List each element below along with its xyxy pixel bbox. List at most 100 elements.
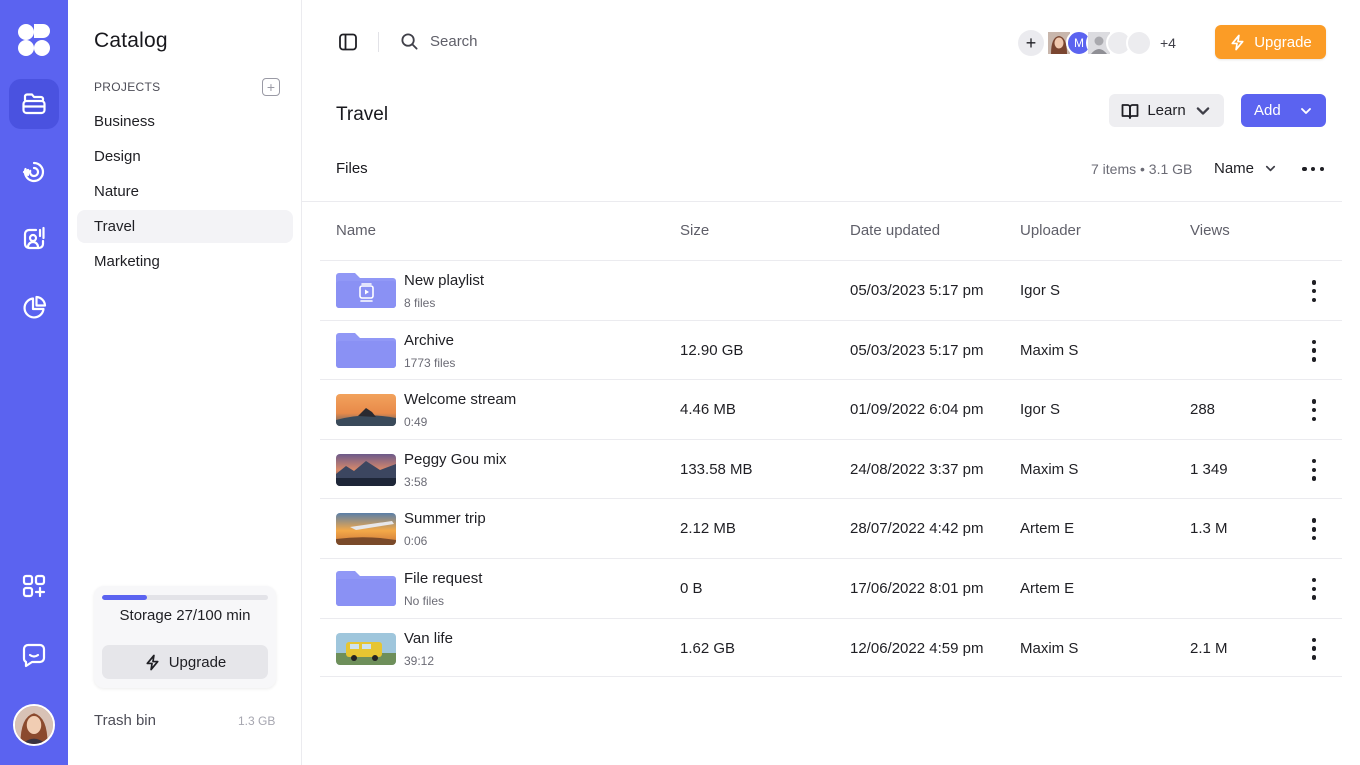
learn-label: Learn <box>1147 102 1186 119</box>
file-size: 0 B <box>680 579 703 597</box>
topbar-separator <box>378 32 379 52</box>
table-row[interactable]: Peggy Gou mix 3:58 133.58 MB 24/08/2022 3:3… <box>320 438 1342 499</box>
file-uploader: Maxim S <box>1020 639 1079 657</box>
column-uploader[interactable]: Uploader <box>1020 222 1081 239</box>
row-menu-icon[interactable] <box>1311 637 1317 660</box>
plus-icon: + <box>1025 32 1037 53</box>
rail-live[interactable] <box>9 147 59 197</box>
video-thumbnail[interactable] <box>336 394 396 427</box>
table-row[interactable]: Summer trip 0:06 2.12 MB 28/07/2022 4:42 pm… <box>320 498 1342 558</box>
file-date: 28/07/2022 4:42 pm <box>850 520 984 538</box>
file-uploader: Artem E <box>1020 579 1075 597</box>
file-name[interactable]: Summer trip <box>404 510 486 527</box>
user-avatar-icon <box>15 706 53 744</box>
app-logo-icon[interactable] <box>17 23 51 57</box>
project-list: Business Design Nature Travel Marketing <box>77 105 293 280</box>
team-avatars[interactable]: + M +4 <box>1018 29 1176 57</box>
section-divider <box>302 201 1342 202</box>
add-project-button[interactable]: + <box>262 78 280 96</box>
project-label: Travel <box>94 218 136 235</box>
pie-chart-icon <box>23 295 47 319</box>
table-header: Name Size Date updated Uploader Views <box>336 222 1336 240</box>
rail-library[interactable] <box>9 79 59 129</box>
rail-apps[interactable] <box>9 561 59 611</box>
file-views: 1 349 <box>1190 460 1228 478</box>
video-thumbnail[interactable] <box>336 453 396 486</box>
file-name[interactable]: Archive <box>404 332 454 349</box>
project-item-design[interactable]: Design <box>77 140 293 173</box>
folder-icon[interactable] <box>336 332 396 368</box>
column-size[interactable]: Size <box>680 222 709 239</box>
file-subtitle: 39:12 <box>404 653 435 668</box>
column-date[interactable]: Date updated <box>850 222 940 239</box>
page-title: Travel <box>336 104 389 125</box>
project-item-marketing[interactable]: Marketing <box>77 245 293 278</box>
row-menu-icon[interactable] <box>1311 399 1317 422</box>
column-views[interactable]: Views <box>1190 222 1230 239</box>
file-name[interactable]: New playlist <box>404 272 484 289</box>
file-subtitle: 8 files <box>404 296 436 310</box>
file-uploader: Maxim S <box>1020 341 1079 359</box>
more-options-icon[interactable] <box>1302 161 1324 177</box>
video-thumbnail[interactable] <box>336 513 396 546</box>
team-more-count[interactable]: +4 <box>1160 35 1176 51</box>
table-row[interactable]: Van life 39:12 1.62 GB 12/06/2022 4:59 pm Ma… <box>320 617 1342 678</box>
add-button[interactable]: Add <box>1241 94 1326 127</box>
project-label: Nature <box>94 183 140 200</box>
upgrade-label: Upgrade <box>1254 33 1312 51</box>
row-menu-icon[interactable] <box>1311 280 1317 302</box>
search-bar[interactable]: Search <box>400 32 478 51</box>
file-name[interactable]: Van life <box>404 630 453 647</box>
sort-label: Name <box>1214 160 1255 177</box>
projects-heading: PROJECTS <box>94 80 161 94</box>
project-item-nature[interactable]: Nature <box>77 175 293 208</box>
sort-dropdown[interactable]: Name <box>1214 160 1277 177</box>
file-table-body: New playlist 8 files 05/03/2023 5:17 pm Igo… <box>320 260 1342 678</box>
invite-member-button[interactable]: + <box>1018 30 1044 56</box>
column-name[interactable]: Name <box>336 222 376 239</box>
trash-bin-link[interactable]: Trash bin <box>94 712 156 729</box>
table-row[interactable]: New playlist 8 files 05/03/2023 5:17 pm Igo… <box>320 260 1342 320</box>
file-name[interactable]: File request <box>404 570 482 587</box>
rail-studio[interactable] <box>9 214 59 264</box>
file-date: 17/06/2022 8:01 pm <box>850 579 984 597</box>
file-name[interactable]: Peggy Gou mix <box>404 451 507 468</box>
storage-progress-fill <box>102 595 147 600</box>
project-label: Marketing <box>94 253 160 270</box>
file-date: 01/09/2022 6:04 pm <box>850 401 984 419</box>
file-uploader: Igor S <box>1020 401 1061 419</box>
row-menu-icon[interactable] <box>1311 339 1317 362</box>
table-row[interactable]: Archive 1773 files 12.90 GB 05/03/2023 5:17… <box>320 319 1342 380</box>
files-label: Files <box>336 160 368 177</box>
row-menu-icon[interactable] <box>1311 458 1317 481</box>
storage-upgrade-button[interactable]: Upgrade <box>102 645 268 679</box>
project-label: Business <box>94 113 155 130</box>
main-content: Search + M +4 Upgrade Travel Learn Add F… <box>302 0 1360 765</box>
learn-button[interactable]: Learn <box>1109 94 1224 127</box>
rail-analytics[interactable] <box>9 283 59 333</box>
file-size: 133.58 MB <box>680 460 753 478</box>
file-date: 05/03/2023 5:17 pm <box>850 341 984 359</box>
chevron-down-icon <box>1301 107 1311 114</box>
upgrade-button[interactable]: Upgrade <box>1215 25 1326 59</box>
project-item-business[interactable]: Business <box>77 105 293 138</box>
table-row[interactable]: Welcome stream 0:49 4.46 MB 01/09/2022 6:04… <box>320 379 1342 439</box>
apps-add-icon <box>22 574 46 598</box>
team-avatar[interactable] <box>1126 30 1152 56</box>
video-thumbnail[interactable] <box>336 632 396 665</box>
search-icon <box>401 33 418 50</box>
row-menu-icon[interactable] <box>1311 518 1317 541</box>
file-subtitle: 3:58 <box>404 474 428 489</box>
project-item-travel[interactable]: Travel <box>77 210 293 243</box>
row-menu-icon[interactable] <box>1311 577 1317 600</box>
broadcast-icon <box>22 161 45 183</box>
sidebar-toggle-icon[interactable] <box>338 32 358 52</box>
file-name[interactable]: Welcome stream <box>404 391 516 408</box>
folder-icon[interactable] <box>336 570 396 606</box>
file-uploader: Maxim S <box>1020 460 1079 478</box>
rail-chat[interactable] <box>9 630 59 680</box>
user-avatar[interactable] <box>13 704 55 746</box>
playlist-folder-icon[interactable] <box>336 272 396 308</box>
file-subtitle: 0:49 <box>404 415 428 430</box>
table-row[interactable]: File request No files 0 B 17/06/2022 8:01 p… <box>320 557 1342 618</box>
